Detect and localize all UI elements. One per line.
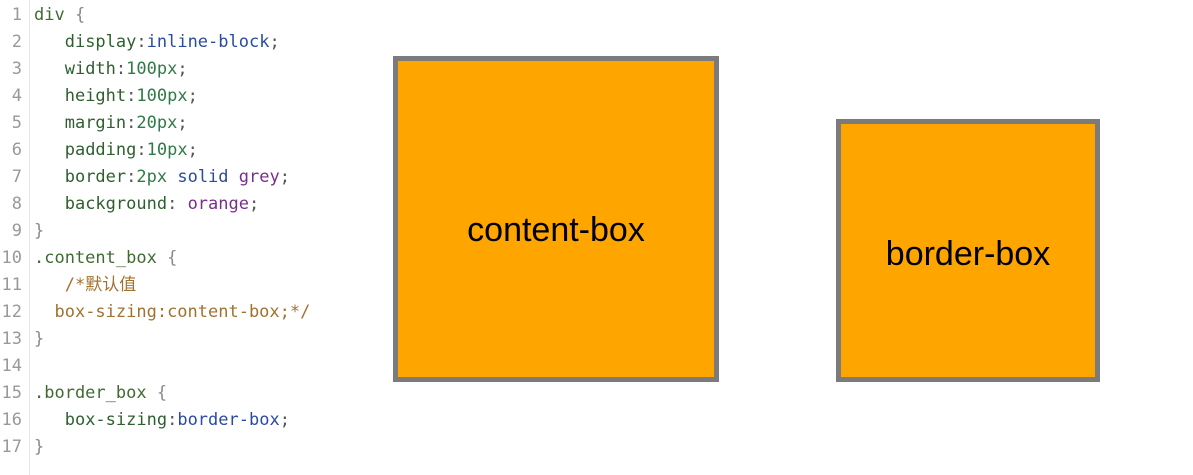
code-token: {: [156, 383, 168, 403]
line-number: 9: [11, 221, 22, 241]
line-number: 15: [1, 383, 22, 403]
code-token: }: [34, 437, 45, 457]
code-token: ;: [177, 59, 188, 79]
code-token: ;: [279, 167, 290, 187]
code-token: :: [167, 194, 188, 214]
code-token: 100px: [136, 86, 188, 106]
code-token: orange: [187, 194, 249, 214]
line-number: 1: [11, 5, 22, 25]
code-token: }: [34, 221, 45, 241]
code-text: div {: [34, 2, 85, 29]
code-token: ;: [279, 410, 290, 430]
code-text: box-sizing:border-box;: [34, 407, 290, 434]
code-token: solid: [167, 167, 239, 187]
code-token: {: [167, 248, 178, 268]
code-token: div: [34, 5, 75, 25]
code-text: }: [34, 434, 44, 461]
code-token: background: [64, 194, 168, 214]
code-text: }: [34, 326, 44, 353]
line-number: 16: [1, 410, 22, 430]
code-token: ;: [269, 32, 280, 52]
code-token: border-box: [177, 410, 280, 430]
code-token: :: [126, 113, 137, 133]
code-token: {: [74, 5, 86, 25]
code-text: border:2px solid grey;: [34, 164, 290, 191]
line-number: 4: [11, 86, 22, 106]
code-text: margin:20px;: [34, 110, 188, 137]
content-box-demo: content-box: [393, 56, 719, 382]
line-number: 5: [11, 113, 22, 133]
code-token: :: [136, 140, 147, 160]
code-editor[interactable]: 1 div {2 display:inline-block; 3 width:100…: [0, 0, 360, 475]
code-token: .content_box: [34, 248, 168, 268]
border-box-demo: border-box: [836, 119, 1100, 382]
code-token: 100px: [126, 59, 178, 79]
code-token: height: [64, 86, 127, 106]
code-token: inline-block: [146, 32, 270, 52]
code-token: .border_box: [34, 383, 157, 403]
line-number: 7: [11, 167, 22, 187]
code-token: ;: [187, 140, 198, 160]
line-number: 14: [1, 356, 22, 376]
line-number: 12: [1, 302, 22, 322]
code-token: box-sizing:content-box;*/: [54, 302, 311, 322]
code-text: /*默认值: [34, 272, 136, 299]
code-token: }: [34, 329, 45, 349]
line-number: 6: [11, 140, 22, 160]
code-text: box-sizing:content-box;*/: [34, 299, 310, 326]
code-token: padding: [64, 140, 137, 160]
code-token: :: [167, 410, 178, 430]
line-number: 8: [11, 194, 22, 214]
line-number: 11: [1, 275, 22, 295]
code-text: padding:10px;: [34, 137, 198, 164]
code-text: .border_box {: [34, 380, 167, 407]
content-box-label: content-box: [467, 211, 645, 249]
code-token: :: [115, 59, 127, 79]
line-number: 3: [11, 59, 22, 79]
code-text: display:inline-block;: [34, 29, 280, 56]
line-number: 10: [1, 248, 22, 268]
line-number: 2: [11, 32, 22, 52]
code-token: :: [136, 32, 147, 52]
code-text: .content_box {: [34, 245, 177, 272]
code-token: /*默认值: [64, 275, 137, 295]
code-text: }: [34, 218, 44, 245]
code-token: ;: [177, 113, 188, 133]
code-token: :: [126, 167, 137, 187]
line-number: 13: [1, 329, 22, 349]
code-text: height:100px;: [34, 83, 198, 110]
line-number: 17: [1, 437, 22, 457]
code-token: box-sizing: [64, 410, 168, 430]
code-token: 10px: [146, 140, 188, 160]
code-token: width: [64, 59, 116, 79]
code-text: width:100px;: [34, 56, 188, 83]
code-token: border: [64, 167, 127, 187]
code-token: 20px: [136, 113, 178, 133]
code-token: display: [64, 32, 137, 52]
code-token: grey: [238, 167, 280, 187]
border-box-label: border-box: [885, 235, 1051, 273]
code-text: background: orange;: [34, 191, 260, 218]
code-token: 2px: [136, 167, 168, 187]
code-token: margin: [64, 113, 127, 133]
code-token: :: [126, 86, 137, 106]
code-token: ;: [187, 86, 198, 106]
code-token: ;: [248, 194, 260, 214]
